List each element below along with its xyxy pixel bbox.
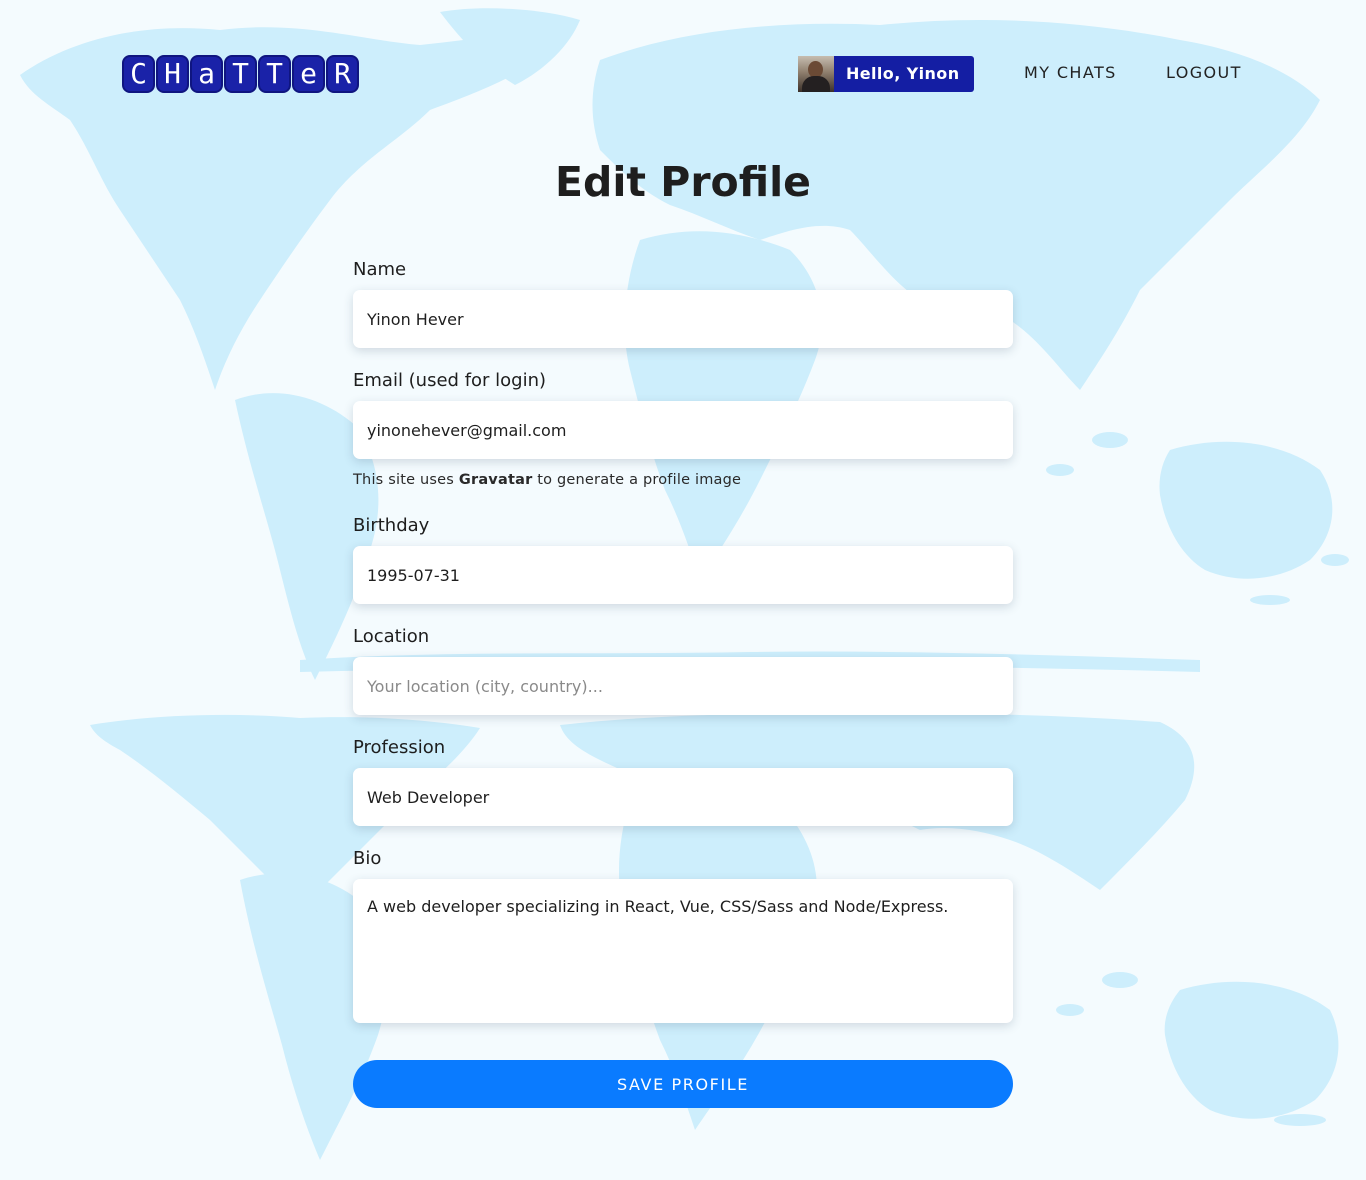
bio-field-group: Bio A web developer specializing in Reac… <box>353 847 1013 1023</box>
profession-input[interactable] <box>353 768 1013 826</box>
hint-text: to generate a profile image <box>532 472 742 488</box>
logo-letter: T <box>258 55 291 93</box>
name-input[interactable] <box>353 290 1013 348</box>
location-label: Location <box>353 626 430 647</box>
logo-letter: e <box>292 55 325 93</box>
profession-field-group: Profession <box>353 736 1013 826</box>
name-label: Name <box>353 259 407 280</box>
email-field-group: Email (used for login) This site uses Gr… <box>353 369 1013 491</box>
avatar <box>798 56 834 92</box>
gravatar-link[interactable]: Gravatar <box>459 472 533 488</box>
user-greeting: Hello, Yinon <box>834 56 974 92</box>
email-input[interactable] <box>353 401 1013 459</box>
edit-profile-form: Name Email (used for login) This site us… <box>353 258 1013 1044</box>
logo-letter: C <box>122 55 155 93</box>
birthday-input[interactable] <box>353 546 1013 604</box>
chatter-logo[interactable]: C H a T T e R <box>122 55 360 93</box>
name-field-group: Name <box>353 258 1013 348</box>
nav-logout-link[interactable]: LOGOUT <box>1166 63 1242 82</box>
logo-letter: R <box>326 55 359 93</box>
nav-my-chats-link[interactable]: MY CHATS <box>1024 63 1117 82</box>
birthday-label: Birthday <box>353 515 430 536</box>
logo-letter: T <box>224 55 257 93</box>
gravatar-hint: This site uses Gravatar to generate a pr… <box>353 469 1013 491</box>
email-label: Email (used for login) <box>353 370 547 391</box>
save-profile-button[interactable]: SAVE PROFILE <box>353 1060 1013 1108</box>
location-field-group: Location <box>353 625 1013 715</box>
bio-label: Bio <box>353 848 382 869</box>
profession-label: Profession <box>353 737 446 758</box>
bio-textarea[interactable]: A web developer specializing in React, V… <box>353 879 1013 1023</box>
user-profile-chip[interactable]: Hello, Yinon <box>798 56 974 92</box>
top-navbar: C H a T T e R Hello, Yinon MY CHATS LOGO… <box>0 0 1366 150</box>
hint-text: This site uses <box>353 472 459 488</box>
logo-letter: a <box>190 55 223 93</box>
birthday-field-group: Birthday <box>353 514 1013 604</box>
logo-letter: H <box>156 55 189 93</box>
location-input[interactable] <box>353 657 1013 715</box>
page-title: Edit Profile <box>555 158 811 206</box>
